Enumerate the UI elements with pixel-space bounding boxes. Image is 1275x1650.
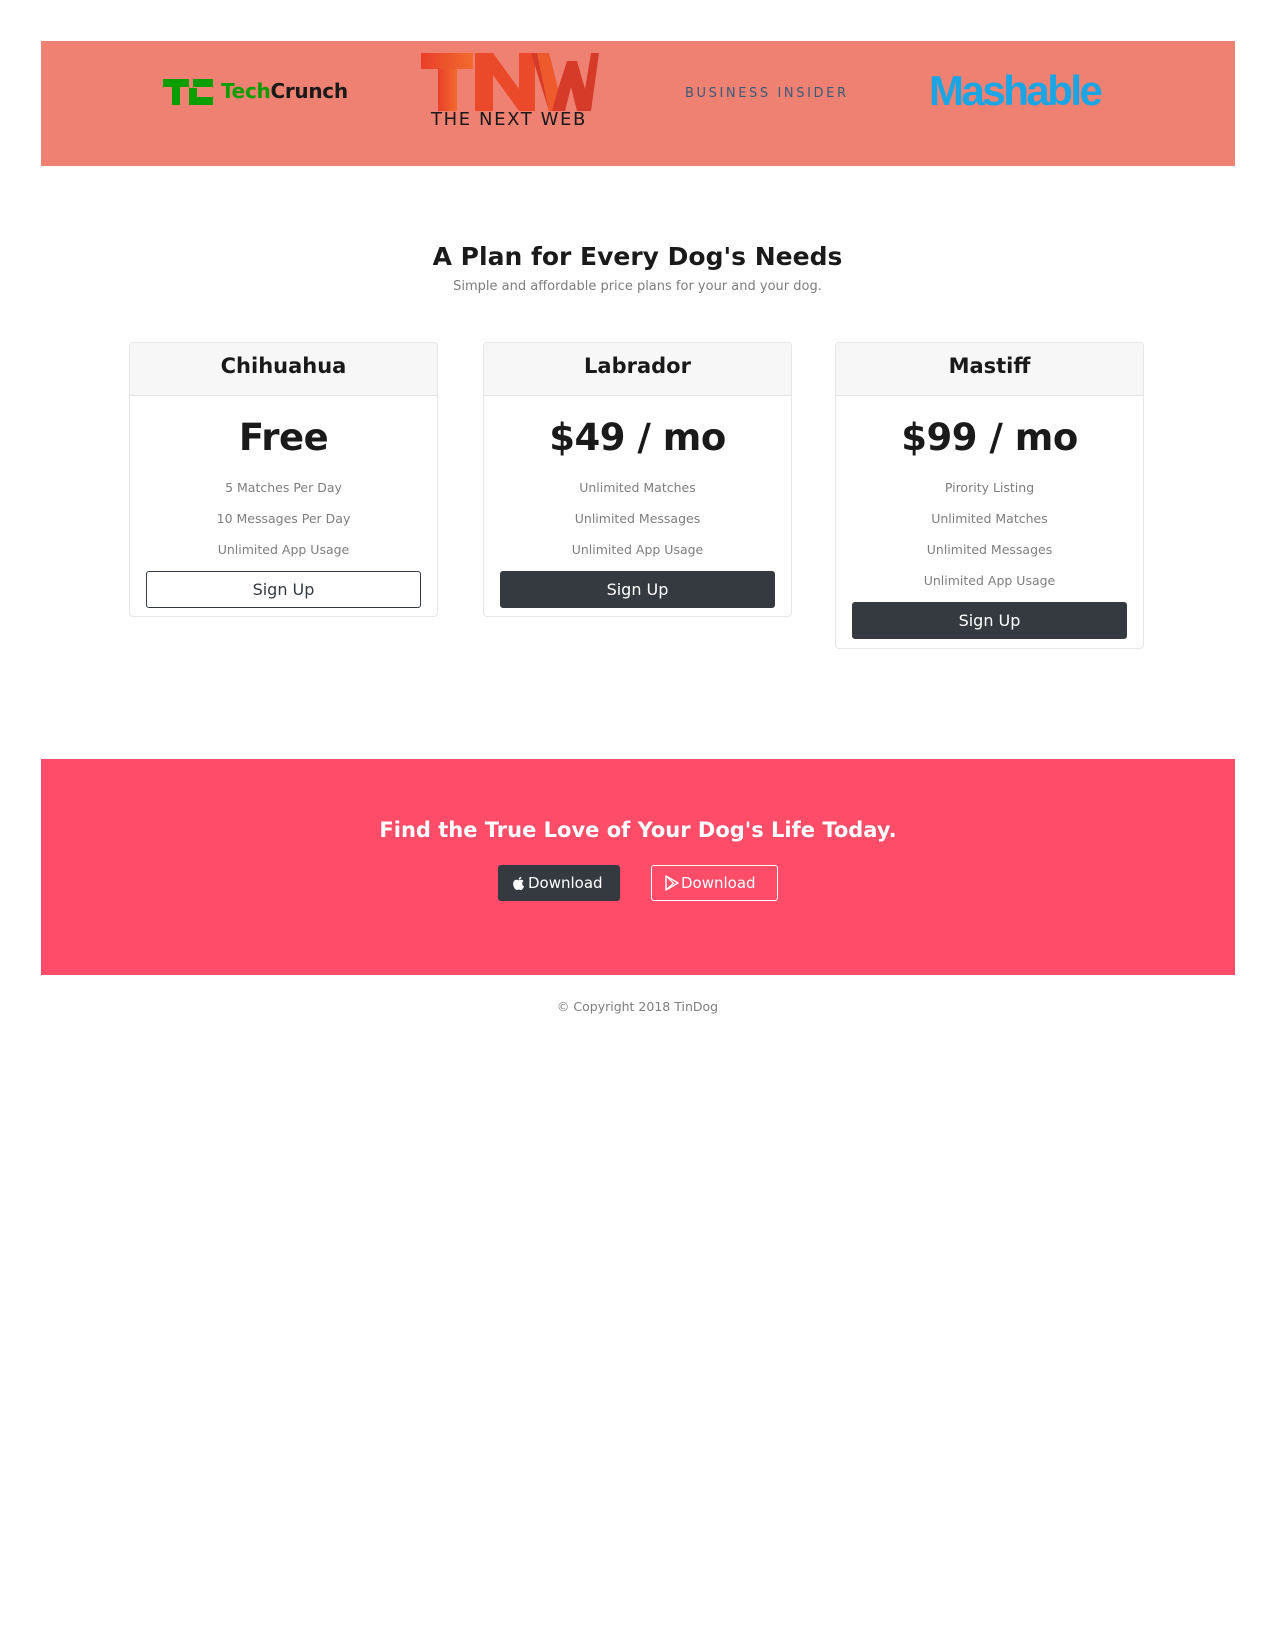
plan-feature: Unlimited Messages: [926, 542, 1053, 557]
plan-name: Labrador: [484, 343, 791, 396]
plan-card-labrador: Labrador $49 / mo Unlimited Matches Unli…: [483, 342, 792, 617]
footer-copyright: © Copyright 2018 TinDog: [556, 999, 719, 1014]
plan-features: 5 Matches Per Day 10 Messages Per Day Un…: [130, 472, 437, 565]
apple-download-button[interactable]: Download: [498, 865, 620, 901]
business-insider-wordmark: BUSINESS INSIDER: [685, 86, 849, 101]
plan-feature: 10 Messages Per Day: [216, 511, 351, 526]
plan-feature: 5 Matches Per Day: [225, 480, 342, 495]
mashable-wordmark: Mashable: [929, 67, 1103, 114]
google-play-download-label: Download: [681, 874, 756, 892]
plan-features: Unlimited Matches Unlimited Messages Unl…: [484, 472, 791, 565]
plan-features: Pirority Listing Unlimited Matches Unlim…: [836, 472, 1143, 596]
pricing-subtitle: Simple and affordable price plans for yo…: [453, 279, 822, 294]
google-play-icon: [665, 875, 679, 891]
plan-price: $99 / mo: [901, 416, 1078, 459]
cta-section: Find the True Love of Your Dog's Life To…: [41, 759, 1235, 975]
pricing-title: A Plan for Every Dog's Needs: [432, 242, 843, 271]
plan-card-mastiff: Mastiff $99 / mo Pirority Listing Unlimi…: [835, 342, 1144, 649]
signup-button-chihuahua[interactable]: Sign Up: [146, 571, 421, 608]
plan-feature: Unlimited App Usage: [571, 542, 704, 557]
tnw-mark-icon: [421, 53, 599, 111]
business-insider-logo: BUSINESS INSIDER: [685, 82, 865, 102]
apple-download-label: Download: [528, 874, 603, 892]
plan-feature: Unlimited App Usage: [217, 542, 350, 557]
techcrunch-wordmark: TechCrunch: [221, 79, 348, 103]
google-play-download-button[interactable]: Download: [651, 865, 778, 901]
plan-feature: Unlimited App Usage: [923, 573, 1056, 588]
plan-feature: Pirority Listing: [944, 480, 1035, 495]
techcrunch-logo: TechCrunch: [163, 77, 348, 107]
plan-feature: Unlimited Matches: [931, 511, 1048, 526]
plan-feature: Unlimited Messages: [574, 511, 701, 526]
plan-name: Chihuahua: [130, 343, 437, 396]
pricing-header: A Plan for Every Dog's Needs Simple and …: [0, 240, 1275, 294]
plan-name: Mastiff: [836, 343, 1143, 396]
plan-card-chihuahua: Chihuahua Free 5 Matches Per Day 10 Mess…: [129, 342, 438, 617]
cta-title: Find the True Love of Your Dog's Life To…: [379, 818, 897, 842]
techcrunch-mark-icon: [163, 79, 213, 105]
plan-feature: Unlimited Matches: [579, 480, 696, 495]
page: TechCrunch THE NEXT WEB BUSINESS INSIDER…: [0, 0, 1275, 1650]
tnw-subtitle: THE NEXT WEB: [431, 109, 587, 130]
mashable-logo: Mashable: [929, 66, 1119, 116]
signup-button-labrador[interactable]: Sign Up: [500, 571, 775, 608]
tnw-logo: THE NEXT WEB: [419, 53, 599, 131]
apple-icon: [513, 876, 524, 890]
plan-price: Free: [238, 416, 329, 459]
plan-price: $49 / mo: [549, 416, 726, 459]
signup-button-mastiff[interactable]: Sign Up: [852, 602, 1127, 639]
press-logos-band: TechCrunch THE NEXT WEB BUSINESS INSIDER…: [41, 41, 1235, 166]
